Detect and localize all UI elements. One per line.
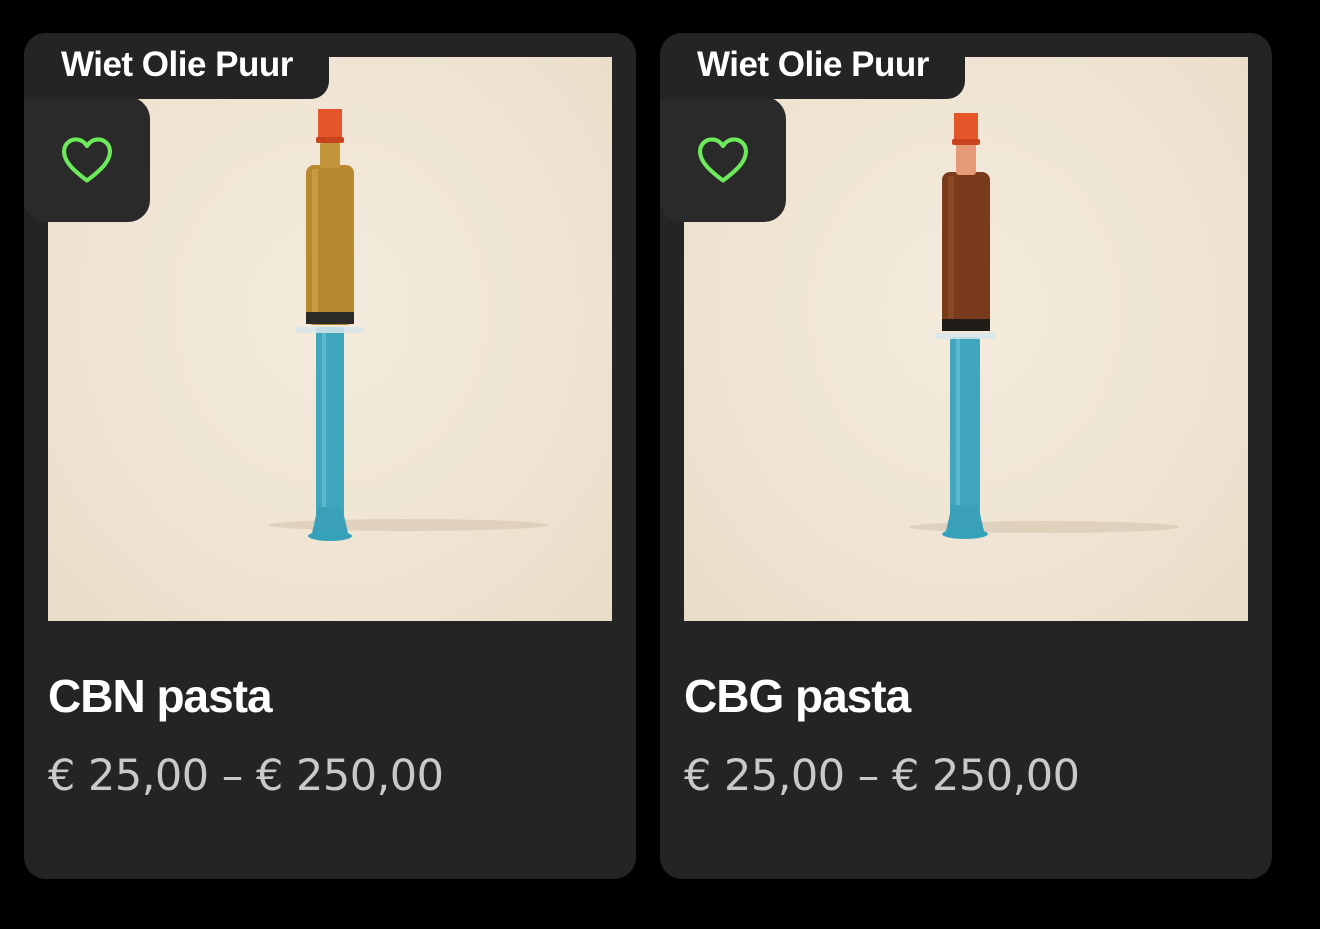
wishlist-button[interactable] <box>24 97 150 222</box>
wishlist-button[interactable] <box>660 97 786 222</box>
brand-label: Wiet Olie Puur <box>61 45 293 84</box>
heart-outline-icon <box>61 136 113 183</box>
product-card[interactable]: Wiet Olie Puur CBN pasta € 25,00 – € 250… <box>24 33 636 879</box>
product-title[interactable]: CBN pasta <box>48 669 273 723</box>
brand-label: Wiet Olie Puur <box>697 45 929 84</box>
brand-badge[interactable]: Wiet Olie Puur <box>24 33 329 99</box>
product-price: € 25,00 – € 250,00 <box>48 751 444 801</box>
heart-outline-icon <box>697 136 749 183</box>
product-price: € 25,00 – € 250,00 <box>684 751 1080 801</box>
brand-badge[interactable]: Wiet Olie Puur <box>660 33 965 99</box>
product-title[interactable]: CBG pasta <box>684 669 911 723</box>
product-card[interactable]: Wiet Olie Puur CBG pasta € 25,00 – € 250… <box>660 33 1272 879</box>
